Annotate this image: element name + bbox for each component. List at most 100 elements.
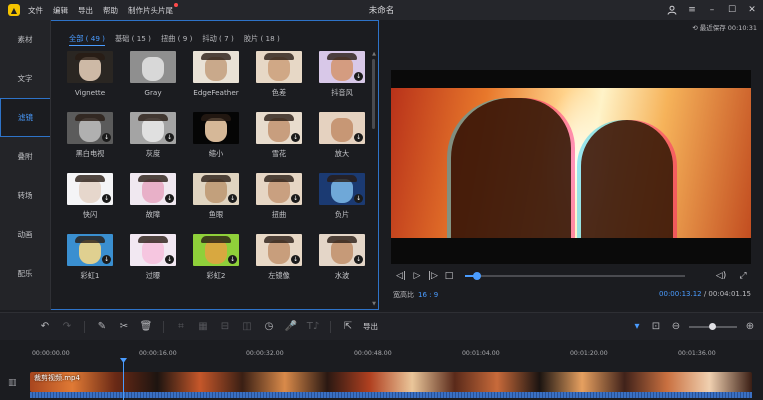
play-icon[interactable]: ▷ [409, 271, 425, 281]
redo-icon[interactable]: ↷ [56, 321, 78, 332]
dog-preview-image [205, 179, 227, 203]
menu-edit[interactable]: 编辑 [53, 5, 68, 16]
filter-tile[interactable]: Gray [130, 51, 176, 98]
fit-timeline-icon[interactable]: ⊡ [649, 321, 663, 332]
timeline-ruler[interactable]: 00:00:00.00 00:00:16.00 00:00:32.00 00:0… [0, 350, 763, 362]
zoom-in-icon[interactable]: ⊕ [743, 321, 757, 332]
snapshot-icon[interactable]: ◫ [236, 321, 258, 332]
tab-shake[interactable]: 抖动 ( 7 ) [202, 34, 233, 46]
maximize-icon[interactable]: ☐ [725, 3, 739, 17]
delete-trash-icon[interactable]: 🗑 [135, 321, 157, 332]
text-to-speech-icon[interactable]: T♪ [302, 321, 324, 332]
sidebar-item-filters[interactable]: 滤镜 [0, 98, 50, 137]
filter-tile[interactable]: ↓ 扭曲 [256, 173, 302, 220]
video-clip[interactable]: 裁剪视频.mp4 [30, 372, 752, 392]
filter-tile[interactable]: ↓ 雪花 [256, 112, 302, 159]
menu-intro-outro[interactable]: 制作片头片尾 [128, 2, 178, 16]
sidebar-item-transitions[interactable]: 转场 [0, 176, 50, 215]
prev-frame-icon[interactable]: ◁| [393, 271, 409, 281]
filter-tile[interactable]: ↓ 抖音风 [319, 51, 365, 98]
download-icon[interactable]: ↓ [291, 194, 300, 203]
tab-distort[interactable]: 扭曲 ( 9 ) [161, 34, 192, 46]
undo-icon[interactable]: ↶ [34, 321, 56, 332]
playback-progress-bar[interactable] [465, 272, 685, 280]
filter-tile[interactable]: 缩小 [193, 112, 239, 159]
scroll-down-icon[interactable]: ▼ [372, 301, 376, 307]
filter-tile[interactable]: ↓ 过曝 [130, 234, 176, 281]
sidebar-item-music[interactable]: 配乐 [0, 254, 50, 293]
stop-icon[interactable]: □ [441, 271, 457, 281]
account-icon[interactable] [665, 3, 679, 17]
fullscreen-icon[interactable]: ⤢ [735, 271, 751, 281]
filter-tile[interactable]: Vignette [67, 51, 113, 98]
progress-handle[interactable] [472, 272, 481, 280]
filter-scrollbar[interactable] [372, 59, 375, 129]
filter-tile[interactable]: ↓ 故障 [130, 173, 176, 220]
zoom-out-icon[interactable]: ⊖ [669, 321, 683, 332]
record-voice-icon[interactable]: 🎤 [280, 321, 302, 332]
sidebar-item-media[interactable]: 素材 [0, 20, 50, 59]
download-icon[interactable]: ↓ [228, 194, 237, 203]
download-icon[interactable]: ↓ [228, 255, 237, 264]
filter-tile[interactable]: ↓ 灰度 [130, 112, 176, 159]
download-icon[interactable]: ↓ [354, 194, 363, 203]
download-icon[interactable]: ↓ [291, 255, 300, 264]
download-icon[interactable]: ↓ [354, 133, 363, 142]
export-icon[interactable]: ⇱ [337, 321, 359, 332]
playhead[interactable] [123, 359, 124, 400]
filter-tile[interactable]: ↓ 快闪 [67, 173, 113, 220]
menu-export[interactable]: 导出 [78, 5, 93, 16]
zoom-slider[interactable] [689, 322, 737, 330]
crop-icon[interactable]: ⌗ [170, 321, 192, 332]
menu-file[interactable]: 文件 [28, 5, 43, 16]
tab-basic[interactable]: 基础 ( 15 ) [115, 34, 151, 46]
video-preview[interactable] [391, 70, 751, 264]
edit-pencil-icon[interactable]: ✎ [91, 321, 113, 332]
menu-list-icon[interactable]: ≡ [685, 3, 699, 17]
mosaic-icon[interactable]: ▦ [192, 321, 214, 332]
speed-clock-icon[interactable]: ◷ [258, 321, 280, 332]
hat-preview-image [138, 175, 168, 182]
sidebar-item-animation[interactable]: 动画 [0, 215, 50, 254]
export-button[interactable]: 导出 [363, 321, 378, 332]
filter-thumbnail: ↓ [256, 234, 302, 266]
scroll-up-icon[interactable]: ▲ [372, 51, 376, 57]
hat-preview-image [138, 236, 168, 243]
filter-tile[interactable]: ↓ 彩虹1 [67, 234, 113, 281]
download-icon[interactable]: ↓ [102, 133, 111, 142]
volume-icon[interactable]: ◁) [713, 271, 729, 281]
filter-label: 故障 [145, 210, 161, 219]
download-icon[interactable]: ↓ [102, 255, 111, 264]
download-icon[interactable]: ↓ [165, 194, 174, 203]
filter-tile[interactable]: ↓ 黑白电视 [67, 112, 113, 159]
filter-tile[interactable]: ↓ 负片 [319, 173, 365, 220]
download-icon[interactable]: ↓ [291, 133, 300, 142]
marker-icon[interactable]: ▾ [631, 321, 643, 332]
freeze-frame-icon[interactable]: ⊟ [214, 321, 236, 332]
video-track-icon: ▥ [8, 378, 17, 388]
close-icon[interactable]: ✕ [745, 3, 759, 17]
filter-tile[interactable]: 色差 [256, 51, 302, 98]
zoom-slider-handle[interactable] [709, 322, 716, 330]
download-icon[interactable]: ↓ [354, 255, 363, 264]
filter-tile[interactable]: ↓ 鱼眼 [193, 173, 239, 220]
filter-tile[interactable]: ↓ 放大 [319, 112, 365, 159]
filter-tile[interactable]: ↓ 左镜像 [256, 234, 302, 281]
filter-tile[interactable]: ↓ 彩虹2 [193, 234, 239, 281]
sidebar-item-overlay[interactable]: 叠附 [0, 137, 50, 176]
filter-tile[interactable]: ↓ 水波 [319, 234, 365, 281]
next-frame-icon[interactable]: |▷ [425, 271, 441, 281]
download-icon[interactable]: ↓ [354, 72, 363, 81]
timeline[interactable]: 00:00:00.00 00:00:16.00 00:00:32.00 00:0… [0, 340, 763, 400]
download-icon[interactable]: ↓ [165, 255, 174, 264]
aspect-ratio[interactable]: 宽高比 16 : 9 [393, 290, 438, 300]
tab-film[interactable]: 胶片 ( 18 ) [244, 34, 280, 46]
tab-all[interactable]: 全部 ( 49 ) [69, 34, 105, 46]
minimize-icon[interactable]: – [705, 3, 719, 17]
download-icon[interactable]: ↓ [102, 194, 111, 203]
download-icon[interactable]: ↓ [165, 133, 174, 142]
filter-tile[interactable]: EdgeFeather [193, 51, 239, 98]
sidebar-item-text[interactable]: 文字 [0, 59, 50, 98]
menu-help[interactable]: 帮助 [103, 5, 118, 16]
split-scissors-icon[interactable]: ✂ [113, 321, 135, 332]
